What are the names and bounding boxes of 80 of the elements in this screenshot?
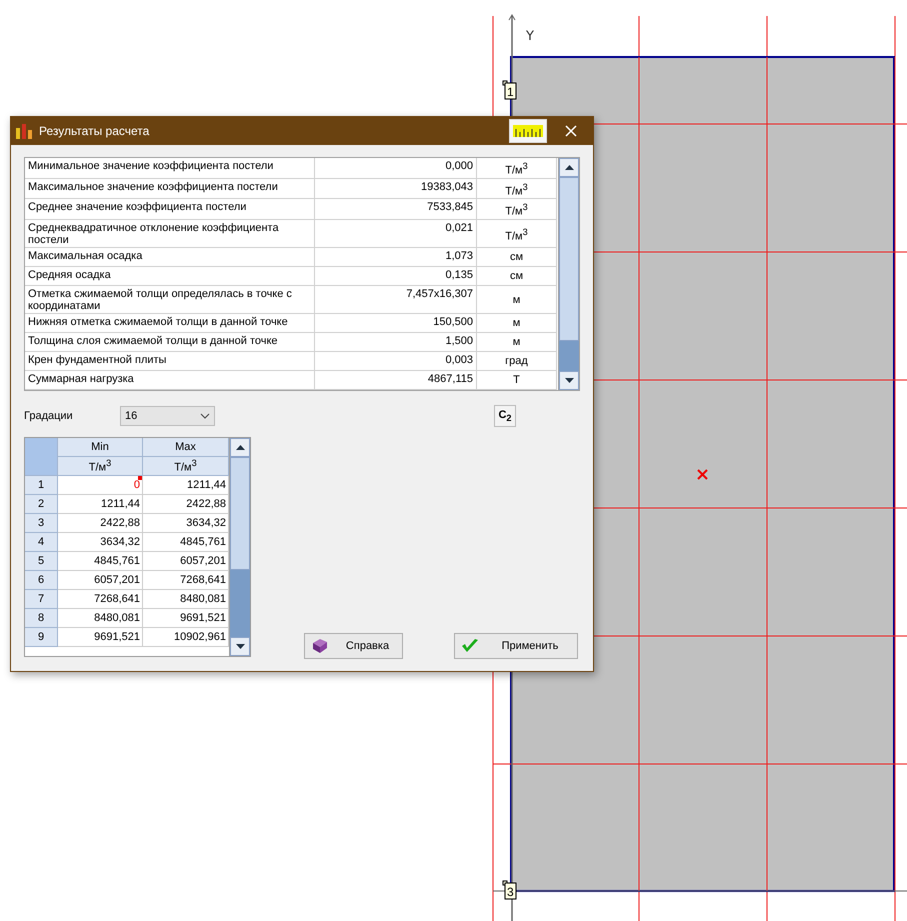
parameter-value: 0,135 [315,266,477,286]
row-header: 1 [25,476,58,495]
parameter-value: 7533,845 [315,199,477,220]
apply-button[interactable]: Применить [454,632,578,659]
parameter-value: 19383,043 [315,178,477,200]
parameter-unit: град [477,352,557,371]
ruler-button[interactable] [509,119,547,143]
parameter-value: 0,000 [315,158,477,179]
table-cell[interactable]: 9691,521 [58,628,143,647]
parameter-value: 1,500 [315,332,477,352]
scroll-thumb[interactable] [559,177,579,342]
gradations-dropdown[interactable]: 16 [120,406,215,426]
close-icon [565,125,577,137]
parameter-value: 4867,115 [315,370,477,390]
column-header[interactable]: Min [58,438,143,457]
parameter-name: Толщина слоя сжимаемой толщи в данной точке [25,332,315,352]
parameter-name: Суммарная нагрузка [25,370,315,390]
row-header: 7 [25,590,58,609]
row-header: 2 [25,494,58,514]
row-header: 4 [25,532,58,552]
row-header: 9 [25,628,58,647]
scroll-up-icon[interactable] [236,444,244,450]
check-icon [461,638,479,654]
table-cell[interactable]: 4845,761 [58,552,143,571]
scroll-up-icon[interactable] [564,165,574,170]
parameter-name: Среднеквадратичное отклонение коэффициента постели [25,220,315,248]
parameter-name: Крен фундаментной плиты [25,352,315,371]
parameter-name: Средняя осадка [25,266,315,286]
parameter-unit: Т/м$^{3}$ [477,220,557,248]
parameter-name: Среднее значение коэффициента постели [25,199,315,220]
parameter-name: Отметка сжимаемой толщи определялась в точке с координатами [25,286,315,314]
parameter-unit: м [477,314,557,333]
app-icon [15,122,33,140]
parameter-unit: м [477,332,557,352]
column-unit: Т/м$^{3}$ [143,456,229,476]
column-header[interactable]: Max [143,438,229,457]
scroll-down-icon[interactable] [564,378,574,383]
parameter-unit: см [477,248,557,267]
table-cell[interactable]: 0 [58,476,143,495]
ruler-icon [513,125,543,137]
scroll-thumb[interactable] [230,456,250,570]
scrollbar[interactable] [229,438,250,656]
parameter-value: 0,021 [315,220,477,248]
scroll-down-icon[interactable] [236,644,244,649]
axis-label: Y [526,29,534,44]
parameter-value: 0,003 [315,352,477,371]
chevron-icon [200,412,210,419]
help-button[interactable]: Справка [304,632,403,659]
parameter-unit: см [477,266,557,286]
corner-cell [25,438,58,476]
node-label: 1 [502,80,516,100]
row-header: 6 [25,570,58,590]
row-header: 5 [25,552,58,571]
parameter-unit: м [477,286,557,314]
scrollbar[interactable] [558,158,579,390]
parameter-name: Максимальное значение коэффициента постели [25,178,315,200]
parameter-unit: Т/м$^{3}$ [477,199,557,220]
table-cell[interactable]: 7268,641 [58,590,143,609]
node-label: 3 [502,880,516,900]
column-unit: Т/м$^{3}$ [58,456,143,476]
row-header: 8 [25,608,58,628]
parameter-name: Минимальное значение коэффициента постели [25,158,315,179]
parameter-unit: Т/м$^{3}$ [477,178,557,200]
table-cell[interactable]: 8480,081 [58,608,143,628]
c2-button[interactable]: C$_{2}$ [494,404,516,427]
parameter-unit: Т [477,370,557,390]
window-title: Результаты расчета [39,124,150,138]
table-cell[interactable]: 3634,32 [58,532,143,552]
gradations-label: Градации [24,410,74,422]
parameter-name: Нижняя отметка сжимаемой толщи в данной точке [25,314,315,333]
parameter-value: 7,457x16,307 [315,286,477,314]
parameter-name: Максимальная осадка [25,248,315,267]
parameter-unit: Т/м$^{3}$ [477,158,557,179]
row-header: 3 [25,514,58,533]
table-cell[interactable]: 6057,201 [58,570,143,590]
cross-marker [697,469,708,480]
parameter-value: 1,073 [315,248,477,267]
table-cell[interactable]: 1211,44 [58,494,143,514]
table-cell[interactable]: 2422,88 [58,514,143,533]
parameter-value: 150,500 [315,314,477,333]
